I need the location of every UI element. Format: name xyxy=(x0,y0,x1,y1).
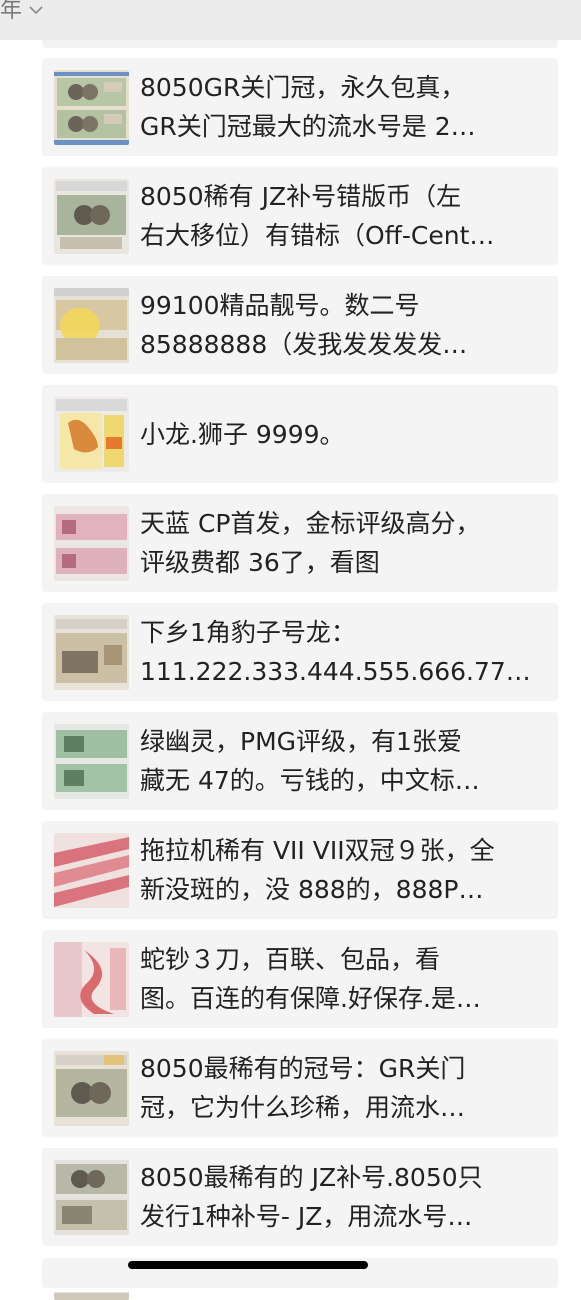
list-item-text: 小龙.狮子 9999。 xyxy=(140,415,546,454)
list-item-text: 蛇钞３刀，百联、包品，看 图。百连的有保障.好保存.是… xyxy=(140,940,546,1018)
home-indicator[interactable] xyxy=(128,1261,368,1269)
banknote-thumbnail xyxy=(54,288,129,363)
listing-list: 8050GR关门冠，永久包真， GR关门冠最大的流水号是 2… 8050稀有 J… xyxy=(42,58,558,1257)
list-item-line2: 评级费都 36了，看图 xyxy=(140,543,546,582)
list-item-line1: 8050稀有 JZ补号错版币（左 xyxy=(140,177,546,216)
list-item-text: 天蓝 CP首发，金标评级高分， 评级费都 36了，看图 xyxy=(140,504,546,582)
banknote-thumbnail xyxy=(54,70,129,145)
list-item[interactable]: 拖拉机稀有 VII VII双冠９张，全 新没斑的，没 888的，888P… xyxy=(42,821,558,919)
banknote-thumbnail xyxy=(54,397,129,472)
list-item-line1: 下乡1角豹子号龙： xyxy=(140,613,546,652)
list-item[interactable]: 99100精品靓号。数二号 85888888（发我发发发发… xyxy=(42,276,558,374)
list-item[interactable]: 小龙.狮子 9999。 xyxy=(42,385,558,483)
list-item-line2: 新没斑的，没 888的，888P… xyxy=(140,870,546,909)
list-item[interactable]: 蛇钞３刀，百联、包品，看 图。百连的有保障.好保存.是… xyxy=(42,930,558,1028)
list-item-text: 下乡1角豹子号龙： 111.222.333.444.555.666.777… xyxy=(140,613,546,691)
list-item-line2: 藏无 47的。亏钱的，中文标… xyxy=(140,761,546,800)
list-item-text: 8050最稀有的 JZ补号.8050只 发行1种补号- JZ，用流水号… xyxy=(140,1158,546,1236)
list-item[interactable]: 8050稀有 JZ补号错版币（左 右大移位）有错标（Off-Cent… xyxy=(42,167,558,265)
list-item-line1: 8050最稀有的冠号：GR关门 xyxy=(140,1049,546,1088)
banknote-thumbnail xyxy=(54,942,129,1017)
list-item-line1: 拖拉机稀有 VII VII双冠９张，全 xyxy=(140,831,546,870)
list-item-line1: 绿幽灵，PMG评级，有1张爱 xyxy=(140,722,546,761)
list-item-text: 99100精品靓号。数二号 85888888（发我发发发发… xyxy=(140,286,546,364)
list-item[interactable]: 绿幽灵，PMG评级，有1张爱 藏无 47的。亏钱的，中文标… xyxy=(42,712,558,810)
list-item[interactable]: 8050GR关门冠，永久包真， GR关门冠最大的流水号是 2… xyxy=(42,58,558,156)
list-item-previous[interactable] xyxy=(42,40,558,48)
list-item-line1: 蛇钞３刀，百联、包品，看 xyxy=(140,940,546,979)
year-filter-label[interactable]: 年 xyxy=(0,0,22,22)
banknote-thumbnail xyxy=(54,506,129,581)
list-item-line1: 99100精品靓号。数二号 xyxy=(140,286,546,325)
list-item-text: 绿幽灵，PMG评级，有1张爱 藏无 47的。亏钱的，中文标… xyxy=(140,722,546,800)
list-item-line2: 发行1种补号- JZ，用流水号… xyxy=(140,1197,546,1236)
list-item-line1: 8050最稀有的 JZ补号.8050只 xyxy=(140,1158,546,1197)
list-item-text: 8050GR关门冠，永久包真， GR关门冠最大的流水号是 2… xyxy=(140,68,546,146)
list-item[interactable]: 天蓝 CP首发，金标评级高分， 评级费都 36了，看图 xyxy=(42,494,558,592)
list-item[interactable]: 8050最稀有的 JZ补号.8050只 发行1种补号- JZ，用流水号… xyxy=(42,1148,558,1246)
list-item-line1: 天蓝 CP首发，金标评级高分， xyxy=(140,504,546,543)
list-item-text: 拖拉机稀有 VII VII双冠９张，全 新没斑的，没 888的，888P… xyxy=(140,831,546,909)
top-bar: 年 xyxy=(0,0,581,40)
banknote-thumbnail xyxy=(54,1051,129,1126)
list-item-line1: 小龙.狮子 9999。 xyxy=(140,415,546,454)
list-item-line2: 右大移位）有错标（Off-Cent… xyxy=(140,216,546,255)
list-item-text: 8050稀有 JZ补号错版币（左 右大移位）有错标（Off-Cent… xyxy=(140,177,546,255)
list-item[interactable]: 8050最稀有的冠号：GR关门 冠，它为什么珍稀，用流水… xyxy=(42,1039,558,1137)
list-item-text: 8050最稀有的冠号：GR关门 冠，它为什么珍稀，用流水… xyxy=(140,1049,546,1127)
list-item[interactable]: 下乡1角豹子号龙： 111.222.333.444.555.666.777… xyxy=(42,603,558,701)
banknote-thumbnail xyxy=(54,1270,129,1300)
list-item-line1: 8050GR关门冠，永久包真， xyxy=(140,68,546,107)
list-item-line2: 冠，它为什么珍稀，用流水… xyxy=(140,1088,546,1127)
chevron-down-icon[interactable] xyxy=(28,2,44,18)
banknote-thumbnail xyxy=(54,1160,129,1235)
list-item-line2: GR关门冠最大的流水号是 2… xyxy=(140,107,546,146)
list-item-line2: 111.222.333.444.555.666.777… xyxy=(140,652,546,691)
list-item-line2: 85888888（发我发发发发… xyxy=(140,325,546,364)
banknote-thumbnail xyxy=(54,179,129,254)
banknote-thumbnail xyxy=(54,833,129,908)
banknote-thumbnail xyxy=(54,724,129,799)
list-item-line2: 图。百连的有保障.好保存.是… xyxy=(140,979,546,1018)
banknote-thumbnail xyxy=(54,615,129,690)
